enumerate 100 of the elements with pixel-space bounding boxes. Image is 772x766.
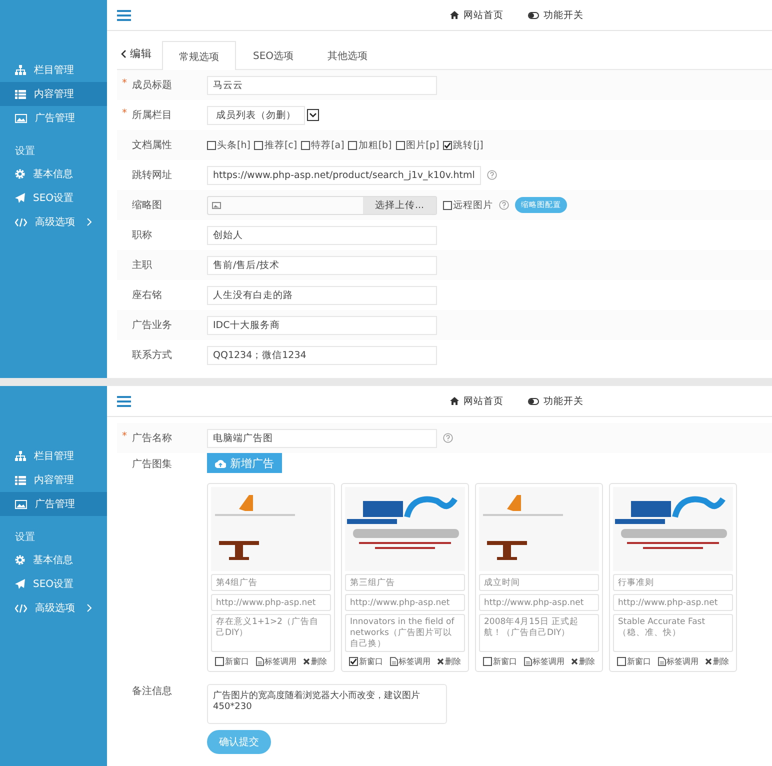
file-field[interactable]: 选择上传... (207, 196, 437, 214)
document-icon (658, 657, 666, 666)
header-link[interactable]: 网站首页 (450, 394, 504, 408)
menu-icon[interactable] (117, 10, 131, 20)
section-title: 设置 (14, 530, 36, 545)
field-label: 广告图集 (131, 458, 173, 472)
tag-link[interactable]: 标签调用 (390, 656, 430, 667)
checkbox-label: 新窗口 (627, 656, 651, 667)
text-area[interactable]: 广告图片的宽高度随着浏览器大小而改变，建议图片450*230 (207, 684, 447, 724)
list-icon (15, 90, 26, 98)
delete-link[interactable]: 删除 (705, 656, 729, 667)
input-field[interactable]: http://www.php-asp.net (345, 594, 465, 611)
checkbox-label: 图片[p] (406, 138, 440, 152)
tag-link[interactable]: 标签调用 (658, 656, 698, 667)
input-field[interactable]: 售前/售后/技术 (207, 256, 437, 274)
back-icon (121, 50, 126, 58)
checkbox[interactable] (301, 140, 310, 150)
field-label: 座右铭 (131, 288, 163, 302)
input-field[interactable]: https://www.php-asp.net/product/search_j1v_k10v.html (207, 166, 481, 184)
header-link[interactable]: 网站首页 (450, 8, 504, 22)
home-icon (450, 397, 458, 405)
checkbox[interactable] (348, 140, 358, 150)
field-label: 缩略图 (131, 198, 163, 212)
cloud-upload-icon (215, 458, 226, 468)
header-link[interactable]: 功能开关 (528, 8, 584, 22)
upload-button[interactable]: 选择上传... (362, 196, 436, 214)
sidebar-item[interactable]: 广告管理 (0, 492, 107, 516)
toggle-icon (528, 12, 538, 18)
close-icon (303, 658, 310, 665)
checkbox[interactable] (215, 657, 224, 666)
checkbox[interactable] (207, 140, 216, 150)
input-field[interactable]: 马云云 (207, 76, 437, 94)
field-label: 文档属性 (131, 138, 173, 152)
header-link[interactable]: 功能开关 (528, 394, 584, 408)
text-area[interactable]: Innovators in the field of networks（广告图片可以自己换） (345, 614, 465, 652)
dropdown-icon[interactable] (307, 109, 319, 121)
input-field[interactable]: 第三组广告 (345, 574, 465, 591)
checkbox-label: 新窗口 (225, 656, 249, 667)
picture-icon (15, 500, 27, 508)
field-label: 职称 (131, 229, 153, 242)
tag-link[interactable]: 标签调用 (256, 656, 296, 667)
sidebar-item[interactable]: 内容管理 (0, 82, 107, 106)
checkbox[interactable] (254, 140, 264, 150)
input-field[interactable]: 行事准则 (613, 574, 733, 591)
field-label: 主职 (131, 258, 153, 272)
input-field[interactable]: 第4组广告 (211, 574, 331, 591)
input-field[interactable]: 创始人 (207, 226, 437, 244)
checkbox-label: 新窗口 (359, 656, 383, 667)
document-icon (390, 657, 398, 666)
input-field[interactable]: http://www.php-asp.net (613, 594, 733, 611)
menu-icon[interactable] (117, 396, 131, 406)
code-icon (15, 218, 27, 226)
checkbox-label: 新窗口 (493, 656, 517, 667)
input-field[interactable]: 成立时间 (479, 574, 599, 591)
checkbox-label: 远程图片 (453, 198, 493, 212)
delete-link[interactable]: 删除 (571, 656, 595, 667)
input-field[interactable]: QQ1234；微信1234 (207, 346, 437, 364)
text-area[interactable]: Stable Accurate Fast（稳、准、快） (613, 614, 733, 652)
tab[interactable]: 其他选项 (310, 44, 385, 69)
text-area[interactable]: 存在意义1+1>2（广告自己DIY） (211, 614, 331, 652)
field-label: * 成员标题 (121, 78, 173, 92)
tab[interactable]: SEO选项 (236, 44, 311, 69)
close-icon (571, 658, 578, 665)
picture-icon (15, 114, 27, 122)
checkbox[interactable] (443, 200, 452, 210)
field-label: * 广告名称 (121, 431, 173, 445)
checkbox-label: 头条[h] (217, 138, 250, 152)
checkbox[interactable] (396, 140, 405, 150)
list-icon (15, 476, 26, 484)
checkbox[interactable] (483, 657, 492, 666)
input-field[interactable]: http://www.php-asp.net (479, 594, 599, 611)
toggle-icon (528, 398, 538, 404)
code-icon (15, 604, 27, 612)
tab[interactable]: 常规选项 (162, 41, 236, 70)
settings-icon (15, 169, 25, 179)
tag-link[interactable]: 标签调用 (524, 656, 564, 667)
paper-plane-icon (15, 193, 25, 203)
field-label: 跳转网址 (131, 168, 173, 182)
checkbox[interactable] (443, 140, 452, 150)
document-icon (256, 657, 264, 666)
input-field[interactable]: 电脑端广告图 (207, 428, 437, 448)
select-field[interactable]: 成员列表（勿删） (207, 106, 305, 124)
help-icon[interactable] (499, 200, 509, 210)
delete-link[interactable]: 删除 (437, 656, 461, 667)
section-title: 设置 (14, 144, 36, 159)
field-label: 联系方式 (131, 348, 173, 362)
sitemap-icon (15, 451, 26, 461)
field-label: 备注信息 (131, 684, 173, 698)
input-field[interactable]: http://www.php-asp.net (211, 594, 331, 611)
help-icon[interactable] (443, 433, 453, 443)
checkbox[interactable] (349, 657, 358, 666)
checkbox-label: 推荐[c] (264, 138, 298, 152)
back-link[interactable]: 编辑 (117, 47, 162, 69)
checkbox-label: 跳转[j] (453, 138, 484, 152)
text-area[interactable]: 2008年4月15日 正式起航！（广告自己DIY） (479, 614, 599, 652)
delete-link[interactable]: 删除 (303, 656, 327, 667)
input-field[interactable]: IDC十大服务商 (207, 316, 437, 334)
checkbox[interactable] (617, 657, 626, 666)
help-icon[interactable] (486, 170, 497, 180)
input-field[interactable]: 人生没有白走的路 (207, 286, 437, 304)
